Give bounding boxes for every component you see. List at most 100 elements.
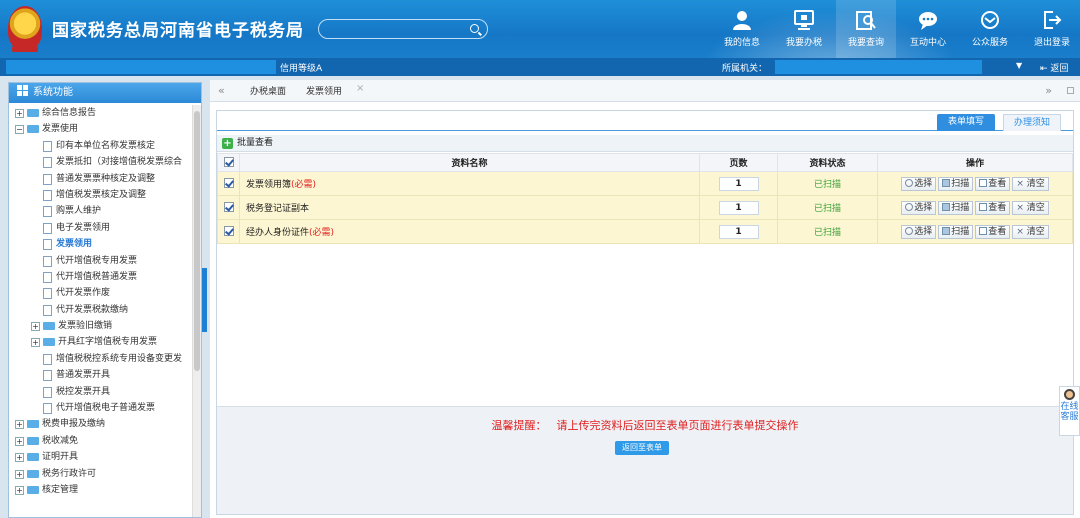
view-button[interactable]: 查看 [975, 224, 1011, 239]
expand-icon[interactable]: + [15, 485, 24, 495]
sidebar-item[interactable]: + 核定管理 [9, 482, 193, 498]
clear-button[interactable]: × 清空 [1012, 224, 1049, 239]
batch-view-label: 批量查看 [237, 138, 274, 148]
sidebar-item[interactable]: 代开增值税普通发票 [9, 269, 193, 285]
status-cell: 已扫描 [777, 219, 878, 244]
sidebar-item[interactable]: 购票人维护 [9, 203, 193, 219]
select-button[interactable]: 选择 [901, 224, 937, 239]
scan-button[interactable]: 扫描 [938, 200, 974, 215]
sidebar-item[interactable]: 普通发票票种核定及调整 [9, 171, 193, 187]
sidebar-collapse-handle[interactable] [202, 268, 207, 332]
expand-icon[interactable]: + [31, 322, 40, 332]
sidebar-item[interactable]: + 证明开具 [9, 449, 193, 465]
sidebar-item[interactable]: 增值税税控系统专用设备变更发 [9, 351, 193, 367]
sidebar-item[interactable]: + 税务行政许可 [9, 466, 193, 482]
sidebar-item[interactable]: 税控发票开具 [9, 384, 193, 400]
scan-label: 扫描 [951, 178, 970, 189]
online-service-button[interactable]: 在线客服 [1059, 386, 1080, 436]
tab-invoice-collection[interactable]: 发票领用 [306, 84, 342, 97]
expand-icon[interactable]: + [15, 109, 24, 118]
status-text: 已扫描 [813, 204, 841, 214]
sidebar-item[interactable]: 代开增值税专用发票 [9, 253, 193, 269]
header-name: 资料名称 [239, 153, 700, 172]
sidebar-item[interactable]: + 开具红字增值税专用发票 [9, 334, 193, 350]
row-checkbox[interactable] [223, 226, 234, 237]
clear-label: 清空 [1026, 226, 1045, 237]
sidebar-item[interactable]: 发票抵扣（对接增值税发票综合 [9, 154, 193, 170]
sidebar-item[interactable]: − 发票使用 [9, 121, 193, 137]
search-input[interactable] [318, 19, 488, 39]
nav-public-service[interactable]: 公众服务 [960, 0, 1020, 58]
view-button[interactable]: 查看 [975, 200, 1011, 215]
document-icon [43, 206, 52, 218]
sidebar-scrollbar[interactable] [192, 105, 201, 517]
folder-icon [27, 109, 39, 117]
nav-interaction-center[interactable]: 互动中心 [898, 0, 958, 58]
sidebar-item[interactable]: 代开发票税款缴纳 [9, 302, 193, 318]
expand-icon[interactable]: + [31, 338, 40, 348]
sidebar-item[interactable]: + 综合信息报告 [9, 105, 193, 121]
pages-cell: 1 [699, 219, 778, 244]
sidebar-item-label: 发票使用 [42, 124, 79, 135]
sidebar-item-label: 税控发票开具 [56, 386, 111, 397]
status-text: 已扫描 [813, 180, 841, 190]
folder-icon [27, 469, 39, 478]
expand-icon[interactable]: + [15, 420, 24, 430]
sidebar-item[interactable]: 普通发票开具 [9, 367, 193, 383]
select-all-checkbox[interactable] [223, 157, 234, 168]
notice-area: 温馨提醒： 请上传完资料后返回至表单页面进行表单提交操作 返回至表单 [217, 406, 1073, 514]
scan-label: 扫描 [951, 226, 970, 237]
header-ops: 操作 [877, 153, 1073, 172]
sidebar-item[interactable]: + 发票验旧缴销 [9, 318, 193, 334]
expand-icon[interactable]: + [15, 453, 24, 463]
sidebar-item[interactable]: 代开增值税电子普通发票 [9, 400, 193, 416]
sidebar-item[interactable]: 印有本单位名称发票核定 [9, 138, 193, 154]
sidebar-item-label: 代开发票作废 [56, 288, 111, 299]
collapse-icon[interactable]: − [15, 125, 24, 135]
material-name-cell: 发票领用簿(必需) [239, 171, 700, 196]
row-checkbox[interactable] [223, 178, 234, 189]
tab-desktop[interactable]: 办税桌面 [250, 84, 286, 97]
clear-button[interactable]: × 清空 [1012, 176, 1049, 191]
back-label: 返回 [1050, 64, 1069, 74]
document-icon [43, 140, 52, 152]
view-button[interactable]: 查看 [975, 176, 1011, 191]
folder-icon [27, 420, 39, 429]
select-button[interactable]: 选择 [901, 200, 937, 215]
sidebar-item[interactable]: 发票领用 [9, 236, 193, 252]
tab-scroll-right-icon[interactable]: » [1045, 84, 1052, 97]
back-button[interactable]: ⇤ 返回 [1040, 61, 1068, 74]
clear-button[interactable]: × 清空 [1012, 200, 1049, 215]
scrollbar-thumb[interactable] [194, 111, 200, 371]
chevron-down-icon[interactable]: ▼ [1016, 61, 1022, 70]
table-row: 经办人身份证件(必需) 1 已扫描 选择 扫描 查看 × 清空 [217, 219, 1073, 244]
scan-button[interactable]: 扫描 [938, 224, 974, 239]
nav-query[interactable]: 我要查询 [836, 0, 896, 58]
sidebar-item-label: 代开增值税专用发票 [56, 255, 138, 266]
select-button[interactable]: 选择 [901, 176, 937, 191]
authority-value [775, 60, 982, 74]
maximize-icon[interactable] [1067, 87, 1074, 94]
sidebar-item[interactable]: + 税费申报及缴纳 [9, 416, 193, 432]
scan-button[interactable]: 扫描 [938, 176, 974, 191]
sidebar-item[interactable]: 增值税发票核定及调整 [9, 187, 193, 203]
page-count: 1 [718, 176, 759, 191]
row-checkbox[interactable] [223, 202, 234, 213]
nav-my-info[interactable]: 我的信息 [712, 0, 772, 58]
nav-logout[interactable]: 退出登录 [1022, 0, 1080, 58]
tab-form-fill[interactable]: 表单填写 [937, 114, 995, 131]
search-icon[interactable] [470, 24, 479, 33]
nav-tax-handling[interactable]: 我要办税 [774, 0, 834, 58]
close-icon[interactable]: × [356, 83, 364, 94]
sidebar-item[interactable]: 电子发票领用 [9, 220, 193, 236]
sidebar-item[interactable]: 代开发票作废 [9, 285, 193, 301]
return-to-form-button[interactable]: 返回至表单 [615, 441, 669, 455]
expand-icon[interactable]: + [15, 436, 24, 446]
sidebar-item[interactable]: + 税收减免 [9, 433, 193, 449]
tab-instructions[interactable]: 办理须知 [1003, 114, 1061, 131]
expand-icon[interactable]: + [15, 469, 24, 479]
ops-cell: 选择 扫描 查看 × 清空 [877, 219, 1073, 244]
tab-scroll-left-icon[interactable]: « [218, 84, 225, 97]
folder-icon [43, 338, 55, 347]
batch-view-button[interactable]: + 批量查看 [217, 135, 1073, 152]
